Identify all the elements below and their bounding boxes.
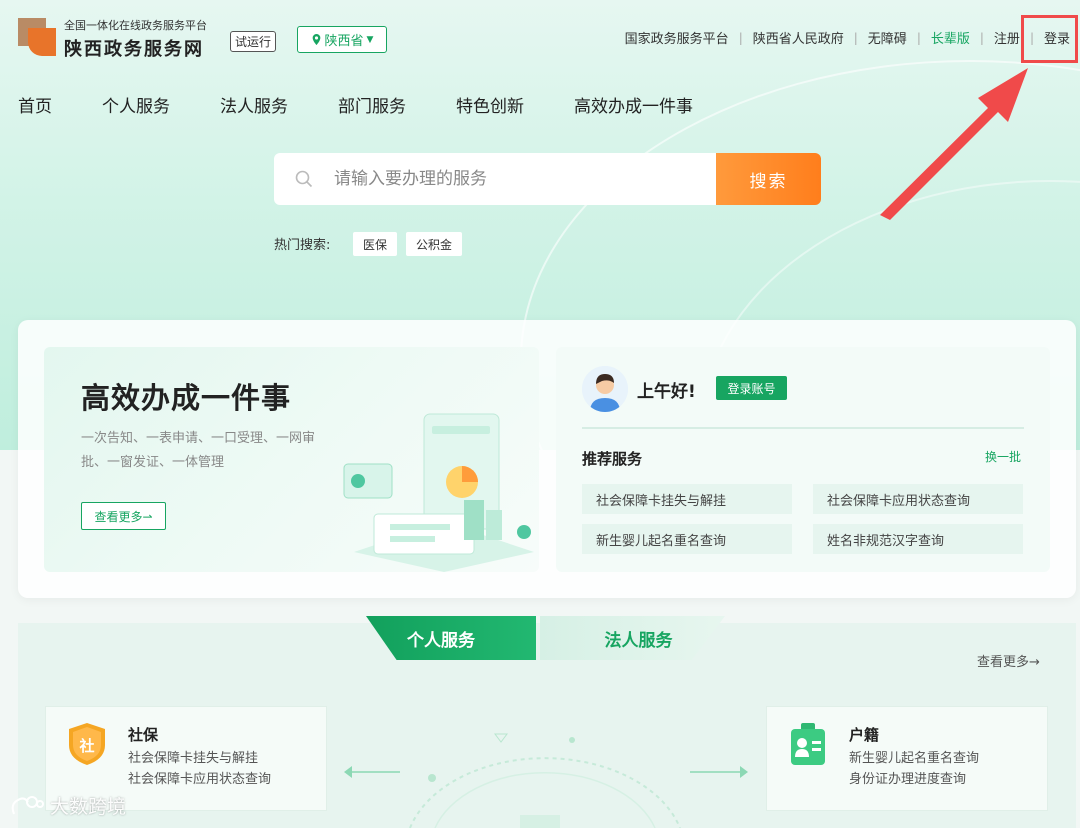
divider: | [853, 30, 858, 45]
link-elder-version[interactable]: 长辈版 [931, 28, 970, 47]
caret-down-icon: ▼ [366, 34, 374, 45]
service-link[interactable]: 新生婴儿起名重名查询 [849, 747, 979, 766]
region-selector[interactable]: 陕西省 ▼ [297, 26, 387, 53]
shield-icon: 社 [69, 723, 105, 765]
logo-title[interactable]: 陕西政务服务网 [64, 35, 204, 61]
nav-department-services[interactable]: 部门服务 [338, 92, 406, 117]
promo-description: 一次告知、一表申请、一口受理、一网审批、一窗发证、一体管理 [81, 431, 316, 470]
service-name: 户籍 [849, 726, 880, 744]
refresh-button[interactable]: 换一批 [985, 448, 1021, 465]
service-name: 社保 [128, 726, 159, 744]
promo-more-button[interactable]: 查看更多⇀ [81, 502, 166, 530]
nav-featured-innovation[interactable]: 特色创新 [456, 92, 524, 117]
watermark-logo-icon [11, 795, 44, 814]
link-accessibility[interactable]: 无障碍 [868, 28, 907, 47]
id-card-icon [791, 723, 825, 765]
user-avatar-icon [582, 366, 628, 412]
main-nav: 首页 个人服务 法人服务 部门服务 特色创新 高效办成一件事 [18, 92, 743, 117]
service-link[interactable]: 社会保障卡挂失与解挂 [128, 747, 258, 766]
search-bar [274, 153, 716, 205]
link-register[interactable]: 注册 [994, 28, 1020, 47]
greeting-text: 上午好! [637, 382, 696, 402]
divider: | [979, 30, 984, 45]
hot-search-label: 热门搜索: [274, 238, 331, 253]
recommend-title: 推荐服务 [582, 450, 643, 468]
service-link[interactable]: 社会保障卡应用状态查询 [128, 768, 271, 787]
top-links: 国家政务服务平台 | 陕西省人民政府 | 无障碍 | 长辈版 | 注册 | 登录 [625, 28, 1070, 48]
office-illustration-icon [343, 413, 534, 572]
nav-personal-services[interactable]: 个人服务 [102, 92, 170, 117]
user-avatar [582, 366, 628, 412]
site-logo-icon[interactable] [18, 18, 56, 56]
annotation-arrow-icon [880, 68, 1028, 220]
nav-efficient-one-thing[interactable]: 高效办成一件事 [574, 92, 693, 117]
shield-icon-text: 社 [78, 737, 94, 755]
link-login[interactable]: 登录 [1044, 28, 1070, 47]
services-more-link[interactable]: 查看更多→ [977, 651, 1040, 670]
hot-tag-housing-fund[interactable]: 公积金 [406, 232, 463, 256]
search-icon [295, 170, 313, 188]
divider: | [738, 30, 743, 45]
recommend-item[interactable]: 社会保障卡挂失与解挂 [582, 484, 792, 514]
logo-subtitle: 全国一体化在线政务服务平台 [64, 19, 207, 32]
location-pin-icon [312, 34, 320, 45]
divider: | [916, 30, 921, 45]
link-national-platform[interactable]: 国家政务服务平台 [625, 28, 729, 47]
decorative-orbit-icon [344, 733, 748, 828]
recommend-item[interactable]: 新生婴儿起名重名查询 [582, 524, 792, 554]
promo-banner[interactable]: 高效办成一件事 一次告知、一表申请、一口受理、一网审批、一窗发证、一体管理 查看… [44, 347, 539, 572]
nav-corporate-services[interactable]: 法人服务 [220, 92, 288, 117]
recommend-item[interactable]: 社会保障卡应用状态查询 [813, 484, 1023, 514]
login-account-button[interactable]: 登录账号 [716, 376, 787, 400]
watermark-text: 大数跨境 [50, 796, 127, 818]
nav-home[interactable]: 首页 [18, 92, 52, 117]
hot-tag-medical-insurance[interactable]: 医保 [353, 232, 398, 256]
divider [582, 427, 1024, 429]
service-card-household-registration[interactable]: 户籍 新生婴儿起名重名查询 身份证办理进度查询 [766, 706, 1048, 811]
service-link[interactable]: 身份证办理进度查询 [849, 768, 966, 787]
link-provincial-government[interactable]: 陕西省人民政府 [753, 28, 844, 47]
recommend-item[interactable]: 姓名非规范汉字查询 [813, 524, 1023, 554]
search-input[interactable] [334, 165, 694, 193]
region-label: 陕西省 [324, 34, 364, 49]
search-button[interactable]: 搜索 [716, 153, 821, 205]
watermark: 大数跨境 [10, 792, 126, 819]
beta-badge: 试运行 [230, 31, 277, 52]
promo-title: 高效办成一件事 [81, 381, 292, 415]
